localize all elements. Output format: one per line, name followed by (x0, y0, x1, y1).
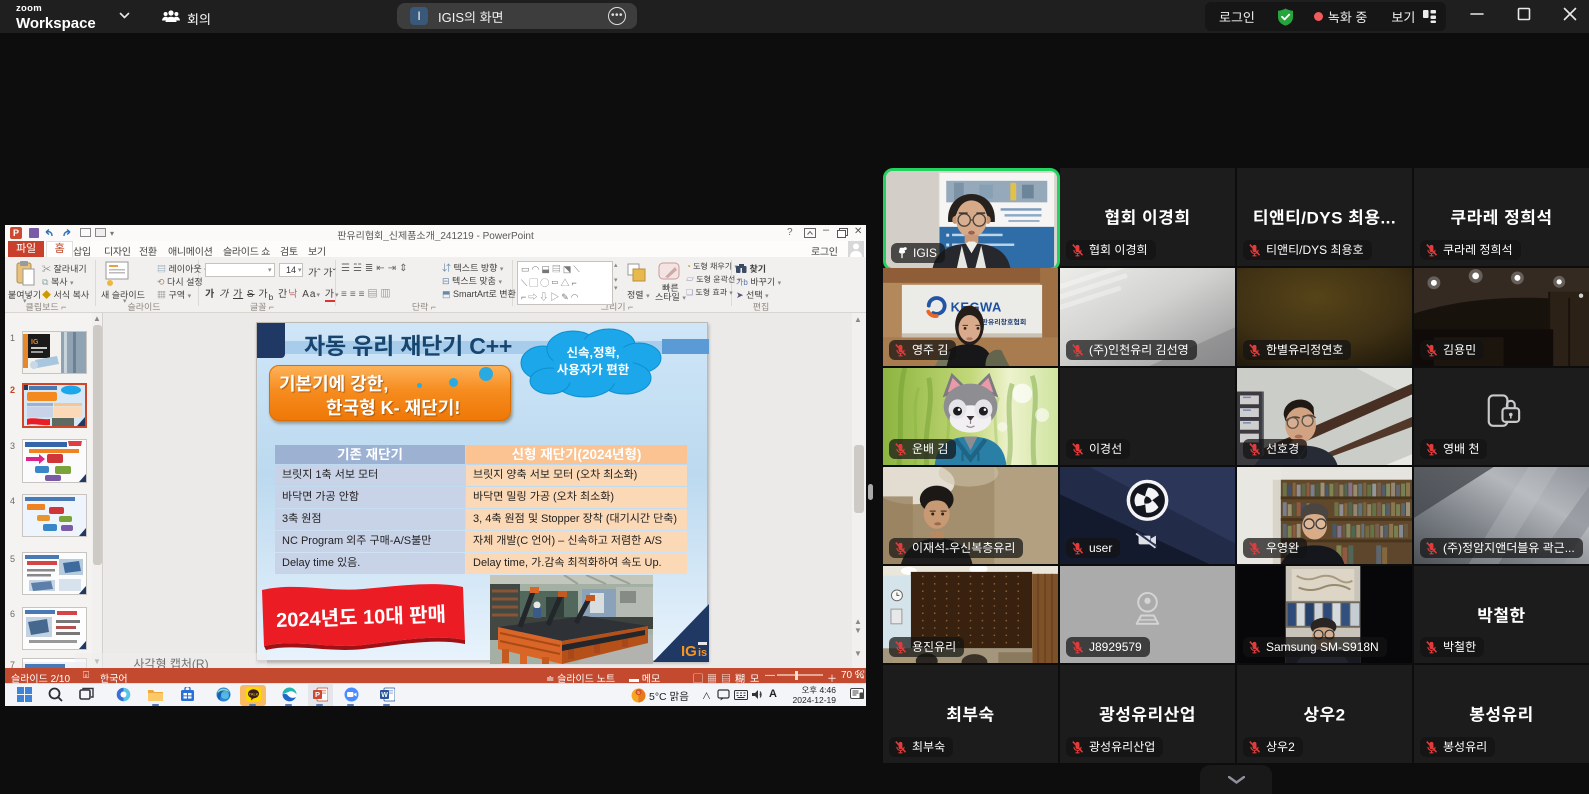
svg-text:W: W (381, 692, 388, 699)
svg-text:P: P (315, 690, 320, 699)
svg-text:신속,정확,: 신속,정확, (567, 346, 620, 360)
svg-text:사용자가 편한: 사용자가 편한 (557, 363, 630, 377)
svg-text:IG: IG (681, 643, 697, 660)
svg-text:판유리창호협회: 판유리창호협회 (981, 316, 1026, 326)
svg-text:is: is (698, 647, 707, 659)
svg-text:TALK: TALK (249, 692, 259, 697)
svg-text:IG: IG (31, 339, 39, 346)
